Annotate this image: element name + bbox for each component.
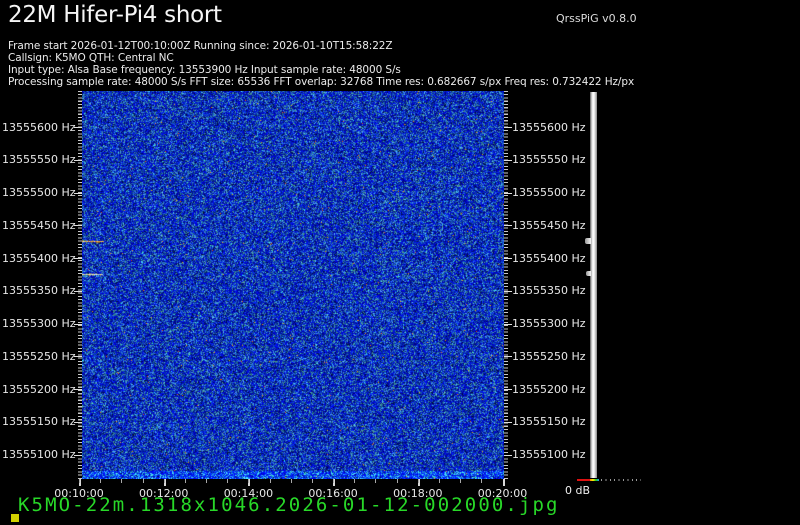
freq-major-tick bbox=[74, 291, 82, 292]
freq-major-tick bbox=[504, 455, 512, 456]
grabber-screenshot: 22M Hifer-Pi4 short QrssPiG v0.8.0 Frame… bbox=[0, 0, 800, 525]
time-minor-tick bbox=[354, 479, 355, 483]
time-minor-tick bbox=[270, 479, 271, 483]
spectrogram-canvas bbox=[82, 91, 504, 479]
freq-tick-label: 13555250 Hz bbox=[512, 351, 586, 362]
freq-tick-label: 13555400 Hz bbox=[512, 253, 586, 264]
freq-tick-label: 13555150 Hz bbox=[2, 416, 72, 427]
time-minor-tick bbox=[248, 479, 249, 483]
freq-major-tick bbox=[74, 258, 82, 259]
spectrum-peak-bump bbox=[586, 271, 591, 276]
header-callsign-line: Callsign: K5MO QTH: Central NC bbox=[8, 52, 174, 64]
header-processing-line: Processing sample rate: 48000 S/s FFT si… bbox=[8, 76, 634, 88]
freq-major-tick bbox=[74, 455, 82, 456]
freq-major-tick bbox=[504, 356, 512, 357]
header-frame-start-line: Frame start 2026-01-12T00:10:00Z Running… bbox=[8, 40, 392, 52]
freq-tick-label: 13555550 Hz bbox=[512, 154, 586, 165]
time-minor-tick bbox=[185, 479, 186, 483]
freq-tick-label: 13555600 Hz bbox=[512, 122, 586, 133]
freq-major-tick bbox=[504, 160, 512, 161]
freq-major-tick bbox=[74, 324, 82, 325]
time-minor-tick bbox=[121, 479, 122, 483]
freq-major-tick bbox=[74, 160, 82, 161]
freq-tick-label: 13555250 Hz bbox=[2, 351, 72, 362]
freq-minor-ticks-left bbox=[78, 91, 82, 479]
db-zero-label: 0 dB bbox=[558, 484, 590, 497]
time-minor-tick bbox=[291, 479, 292, 483]
freq-tick-label: 13555400 Hz bbox=[2, 253, 72, 264]
time-minor-tick bbox=[439, 479, 440, 483]
freq-major-tick bbox=[504, 193, 512, 194]
freq-tick-label: 13555150 Hz bbox=[512, 416, 586, 427]
db-axis-minor-ticks bbox=[601, 479, 641, 481]
corner-yellow-marker bbox=[11, 514, 19, 522]
time-minor-tick bbox=[460, 479, 461, 483]
freq-tick-label: 13555350 Hz bbox=[512, 285, 586, 296]
time-minor-tick bbox=[100, 479, 101, 483]
freq-major-tick bbox=[74, 193, 82, 194]
freq-major-tick bbox=[504, 291, 512, 292]
spectrum-peak-bump bbox=[585, 238, 591, 244]
freq-tick-label: 13555100 Hz bbox=[512, 449, 586, 460]
freq-tick-label: 13555500 Hz bbox=[2, 187, 72, 198]
freq-major-tick bbox=[504, 127, 512, 128]
time-minor-tick bbox=[375, 479, 376, 483]
spectrum-level-bar bbox=[590, 92, 597, 478]
db-axis-palette-segment bbox=[590, 479, 599, 481]
freq-tick-label: 13555200 Hz bbox=[512, 384, 586, 395]
freq-tick-label: 13555300 Hz bbox=[2, 318, 72, 329]
time-minor-tick bbox=[312, 479, 313, 483]
freq-tick-label: 13555300 Hz bbox=[512, 318, 586, 329]
freq-major-tick bbox=[74, 422, 82, 423]
freq-major-tick bbox=[74, 127, 82, 128]
time-minor-tick bbox=[79, 479, 80, 483]
time-minor-tick bbox=[164, 479, 165, 483]
time-minor-tick bbox=[397, 479, 398, 483]
freq-major-tick bbox=[504, 258, 512, 259]
output-filename-text: K5MO-22m.1318x1046.2026-01-12-002000.jpg bbox=[18, 494, 560, 516]
header-input-line: Input type: Alsa Base frequency: 1355390… bbox=[8, 64, 401, 76]
freq-major-tick bbox=[504, 225, 512, 226]
time-minor-tick bbox=[481, 479, 482, 483]
freq-tick-label: 13555100 Hz bbox=[2, 449, 72, 460]
freq-major-tick bbox=[74, 389, 82, 390]
time-minor-tick bbox=[418, 479, 419, 483]
freq-tick-label: 13555600 Hz bbox=[2, 122, 72, 133]
freq-tick-label: 13555200 Hz bbox=[2, 384, 72, 395]
time-major-tick bbox=[503, 479, 505, 486]
freq-tick-label: 13555450 Hz bbox=[2, 220, 72, 231]
freq-major-tick bbox=[74, 356, 82, 357]
time-minor-tick bbox=[333, 479, 334, 483]
app-version-label: QrssPiG v0.8.0 bbox=[556, 12, 637, 25]
freq-major-tick bbox=[504, 324, 512, 325]
freq-tick-label: 13555350 Hz bbox=[2, 285, 72, 296]
freq-tick-label: 13555450 Hz bbox=[512, 220, 586, 231]
page-title: 22M Hifer-Pi4 short bbox=[8, 2, 222, 28]
db-axis-zero-segment bbox=[577, 479, 590, 481]
freq-major-tick bbox=[504, 422, 512, 423]
freq-tick-label: 13555500 Hz bbox=[512, 187, 586, 198]
freq-tick-label: 13555550 Hz bbox=[2, 154, 72, 165]
time-minor-tick bbox=[143, 479, 144, 483]
freq-major-tick bbox=[74, 225, 82, 226]
time-minor-tick bbox=[227, 479, 228, 483]
freq-major-tick bbox=[504, 389, 512, 390]
time-minor-tick bbox=[206, 479, 207, 483]
freq-minor-ticks-right bbox=[504, 91, 508, 479]
